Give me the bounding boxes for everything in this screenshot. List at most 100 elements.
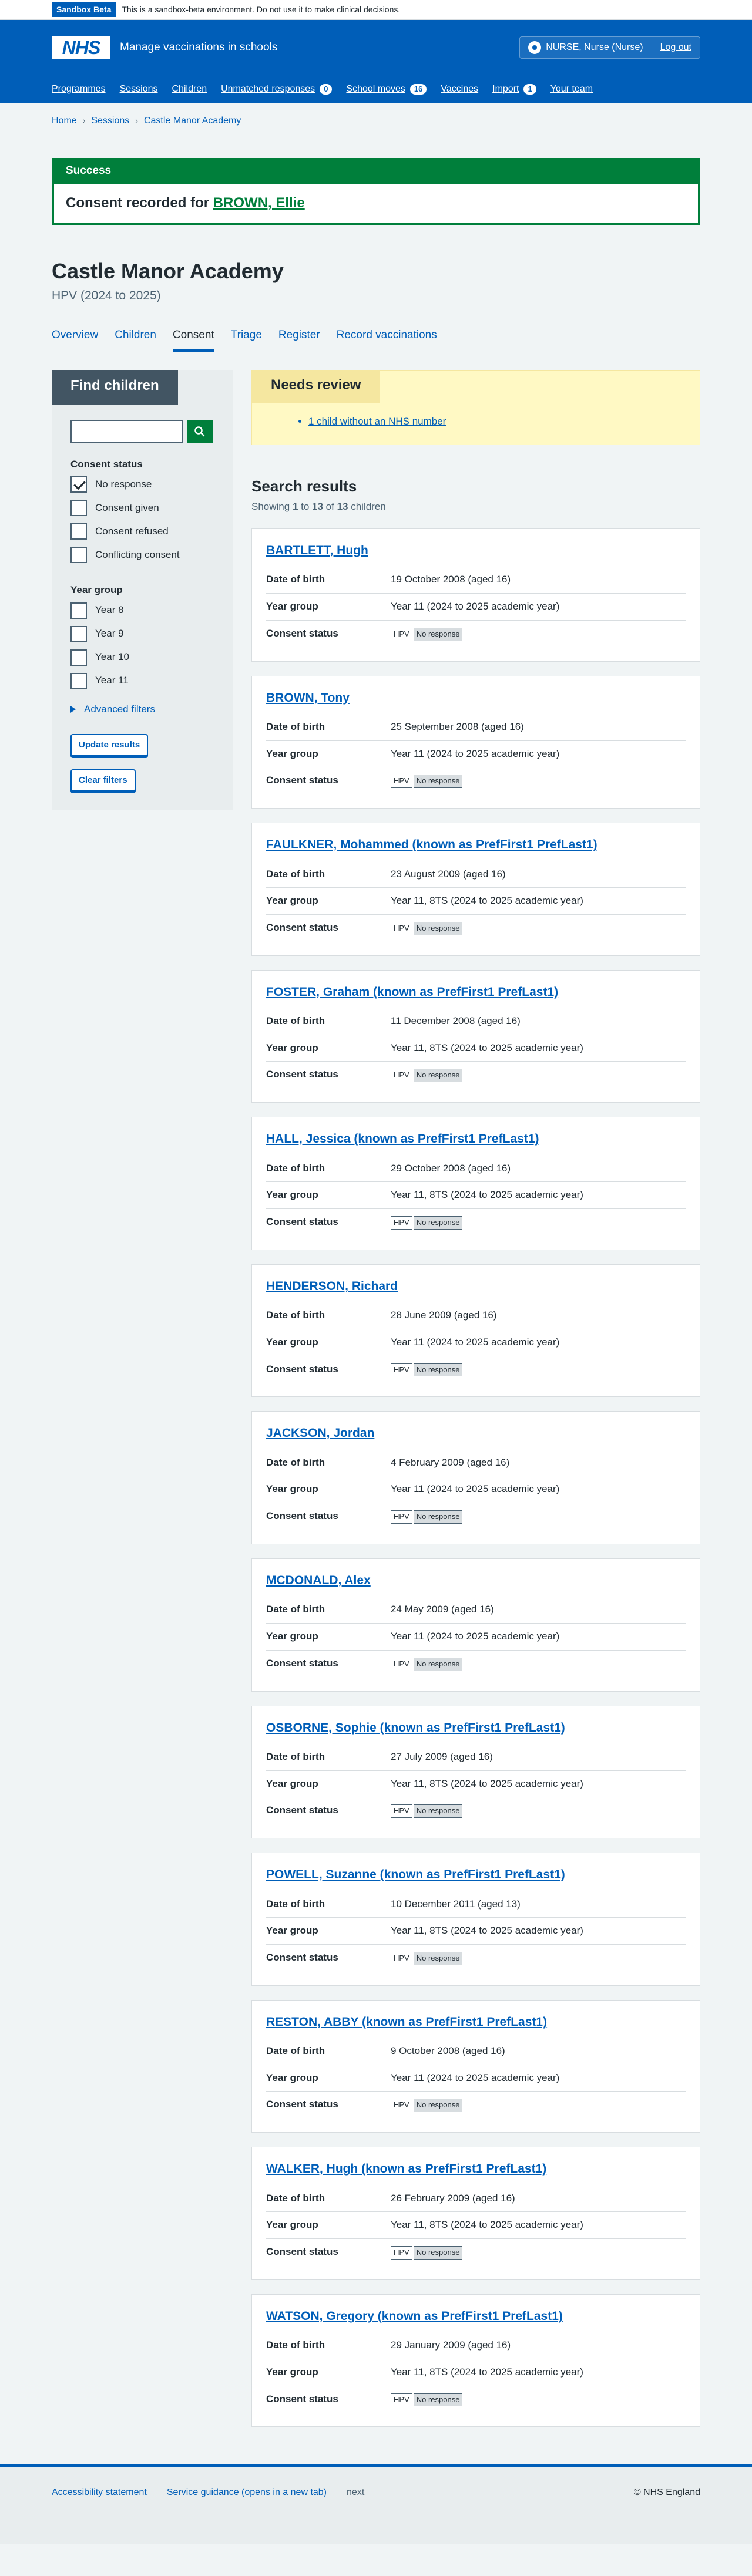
results-list: BARTLETT, Hugh Date of birth 19 October 20… [251,528,700,2427]
child-card: FOSTER, Graham (known as PrefFirst1 Pref… [251,969,700,1103]
filter-option-consent-refused[interactable]: Consent refused [70,523,214,540]
year-group-label: Year group [266,1483,318,1495]
child-card: POWELL, Suzanne (known as PrefFirst1 Pre… [251,1853,700,1986]
checkbox[interactable] [70,672,87,689]
child-card: WALKER, Hugh (known as PrefFirst1 PrefLa… [251,2147,700,2280]
consent-status-row: Consent status HPV No response [266,1651,686,1677]
tab-register[interactable]: Register [278,327,320,352]
year-group-label: Year group [266,1042,318,1053]
programme-tag: HPV [391,1069,412,1083]
count-text: Showing [251,501,293,513]
child-name-link[interactable]: WALKER, Hugh (known as PrefFirst1 PrefLa… [266,2162,546,2176]
success-title: Success [54,160,698,184]
breadcrumb-school[interactable]: Castle Manor Academy [144,114,241,127]
child-name-link[interactable]: BARTLETT, Hugh [266,544,368,557]
breadcrumb-sessions[interactable]: Sessions [91,114,129,127]
update-results-button[interactable]: Update results [70,734,149,757]
checkbox[interactable] [70,602,87,619]
nav-school-moves[interactable]: School moves 16 [346,82,427,96]
count-to: 13 [312,501,323,513]
tab-triage[interactable]: Triage [231,327,262,352]
nav-programmes[interactable]: Programmes [52,82,106,96]
year-group-value: Year 11 (2024 to 2025 academic year) [391,601,560,612]
year-group-value: Year 11, 8TS (2024 to 2025 academic year… [391,2219,583,2231]
logout-link[interactable]: Log out [660,41,691,54]
nav-import[interactable]: Import 1 [492,82,536,96]
footer-guidance-link[interactable]: Service guidance (opens in a new tab) [167,2486,327,2499]
child-name-link[interactable]: FOSTER, Graham (known as PrefFirst1 Pref… [266,985,558,999]
consent-status-row: Consent status HPV No response [266,1209,686,1235]
year-group-value: Year 11 (2024 to 2025 academic year) [391,2072,560,2083]
clear-filters-button[interactable]: Clear filters [70,769,136,792]
programme-tag: HPV [391,1363,412,1377]
dob-label: Date of birth [266,1898,325,1910]
needs-review-link[interactable]: 1 child without an NHS number [308,416,446,427]
advanced-filters-toggle[interactable]: Advanced filters [70,702,214,717]
programme-tag: HPV [391,2393,412,2407]
programme-tag: HPV [391,1951,412,1965]
child-name-link[interactable]: BROWN, Tony [266,691,350,705]
child-name-link[interactable]: WATSON, Gregory (known as PrefFirst1 Pre… [266,2309,563,2323]
status-badge: No response [413,1510,463,1524]
filter-option-year-10[interactable]: Year 10 [70,649,214,666]
year-group-row: Year group Year 11 (2024 to 2025 academic… [266,1476,686,1504]
consent-status-label: Consent status [70,458,143,470]
year-group-row: Year group Year 11 (2024 to 2025 academic… [266,2065,686,2092]
search-button[interactable] [187,419,213,443]
dob-row: Date of birth 23 August 2009 (aged 16) [266,861,686,888]
nav-your-team[interactable]: Your team [550,82,593,96]
consent-status-row: Consent status HPV No response [266,1945,686,1971]
dob-value: 23 August 2009 (aged 16) [391,868,506,880]
child-name-link[interactable]: POWELL, Suzanne (known as PrefFirst1 Pre… [266,1868,565,1881]
year-group-label: Year group [70,584,123,596]
consent-status-label: Consent status [266,2393,338,2405]
tab-consent[interactable]: Consent [172,327,214,352]
child-name-link[interactable]: JACKSON, Jordan [266,1426,374,1440]
search-input[interactable] [70,419,183,443]
child-card: OSBORNE, Sophie (known as PrefFirst1 Pre… [251,1705,700,1839]
nav-vaccines[interactable]: Vaccines [441,82,478,96]
filter-option-conflicting-consent[interactable]: Conflicting consent [70,547,214,564]
filter-option-year-11[interactable]: Year 11 [70,672,214,689]
tab-overview[interactable]: Overview [52,327,98,352]
nhs-logo[interactable]: NHS [52,36,110,59]
nav-sessions[interactable]: Sessions [120,82,158,96]
filter-option-year-8[interactable]: Year 8 [70,602,214,619]
year-group-row: Year group Year 11 (2024 to 2025 academic… [266,594,686,621]
nav-unmatched-responses[interactable]: Unmatched responses 0 [221,82,333,96]
filter-option-no-response[interactable]: No response [70,476,214,493]
dob-value: 26 February 2009 (aged 16) [391,2192,515,2204]
checkbox[interactable] [70,476,87,493]
footer-accessibility-link[interactable]: Accessibility statement [52,2486,147,2499]
checkbox[interactable] [70,500,87,517]
needs-review-list: 1 child without an NHS number [285,415,700,429]
year-group-row: Year group Year 11 (2024 to 2025 academic… [266,1329,686,1356]
child-name-link[interactable]: MCDONALD, Alex [266,1574,371,1587]
nav-children[interactable]: Children [172,82,207,96]
checkbox[interactable] [70,625,87,642]
success-child-link[interactable]: BROWN, Ellie [213,195,305,211]
child-name-link[interactable]: HALL, Jessica (known as PrefFirst1 PrefL… [266,1132,539,1146]
checkbox[interactable] [70,547,87,564]
tab-record-vaccinations[interactable]: Record vaccinations [337,327,437,352]
dob-label: Date of birth [266,2045,325,2057]
filter-option-consent-given[interactable]: Consent given [70,500,214,517]
checkbox[interactable] [70,649,87,666]
child-name-link[interactable]: RESTON, ABBY (known as PrefFirst1 PrefLa… [266,2015,547,2029]
child-name-link[interactable]: FAULKNER, Mohammed (known as PrefFirst1 … [266,838,597,851]
brand[interactable]: NHS Manage vaccinations in schools [52,36,277,59]
checkbox[interactable] [70,523,87,540]
service-name[interactable]: Manage vaccinations in schools [120,39,277,56]
tab-children[interactable]: Children [115,327,156,352]
programme-tag: HPV [391,1216,412,1230]
year-group-value: Year 11, 8TS (2024 to 2025 academic year… [391,1042,583,1053]
dob-value: 4 February 2009 (aged 16) [391,1456,510,1468]
child-name-link[interactable]: OSBORNE, Sophie (known as PrefFirst1 Pre… [266,1721,565,1735]
child-name-link[interactable]: HENDERSON, Richard [266,1279,398,1293]
filter-option-year-9[interactable]: Year 9 [70,625,214,642]
year-group-value: Year 11 (2024 to 2025 academic year) [391,1631,560,1642]
year-group-label: Year group [266,747,318,759]
year-group-label: Year group [266,1777,318,1789]
breadcrumb-home[interactable]: Home [52,114,77,127]
dob-label: Date of birth [266,2339,325,2351]
